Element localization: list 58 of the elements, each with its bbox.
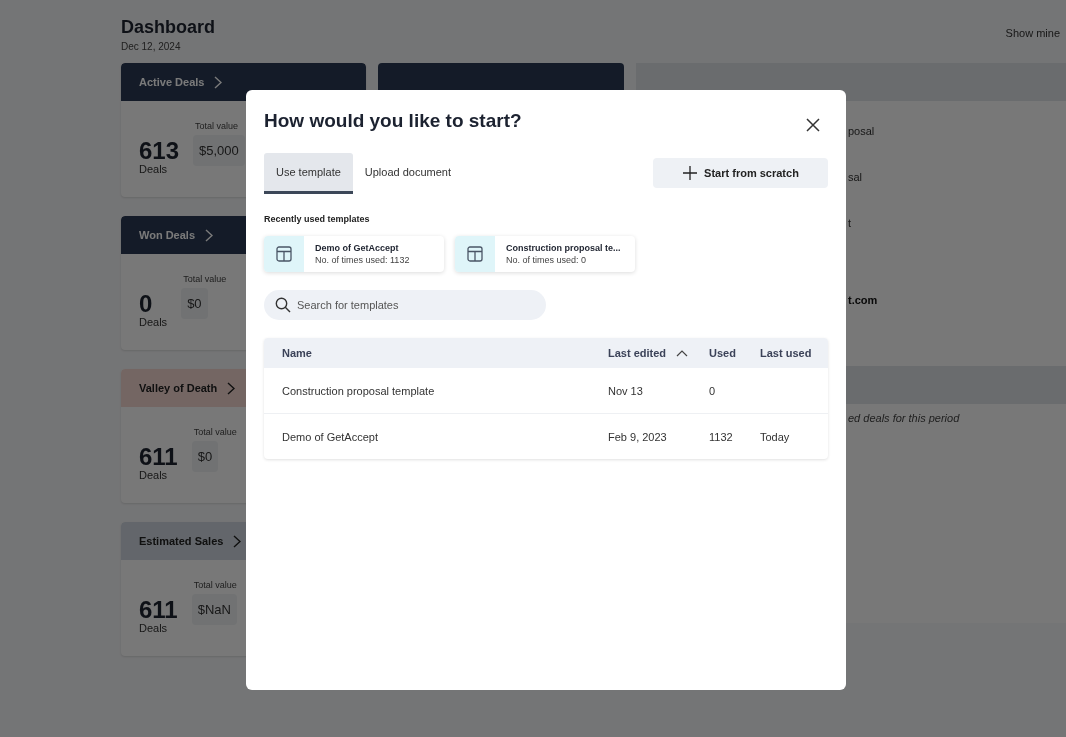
total-value: $0 bbox=[181, 288, 208, 319]
chevron-right-icon bbox=[205, 228, 214, 242]
dialog-title: How would you like to start? bbox=[264, 110, 522, 132]
total-value-label: Total value bbox=[183, 274, 227, 284]
template-usage: No. of times used: 0 bbox=[506, 255, 588, 265]
template-card[interactable]: Construction proposal te... No. of times used: 0 bbox=[455, 236, 635, 272]
card-title: Won Deals bbox=[139, 229, 196, 241]
close-icon[interactable] bbox=[804, 116, 822, 134]
table-cell: Feb 9, 2023 bbox=[608, 430, 667, 443]
deal-count: 613 bbox=[139, 139, 180, 163]
total-value-label: Total value bbox=[193, 427, 237, 437]
panel-row-text: t bbox=[848, 217, 852, 231]
deal-count: 0 bbox=[139, 292, 154, 316]
search-field[interactable]: Search for templates bbox=[264, 290, 546, 320]
template-usage: No. of times used: 1132 bbox=[315, 255, 410, 265]
template-name: Construction proposal te... bbox=[506, 243, 621, 253]
column-header[interactable]: Last used bbox=[760, 347, 828, 359]
table-cell: 1132 bbox=[709, 430, 733, 443]
total-value: $NaN bbox=[191, 594, 237, 625]
page-title: Dashboard bbox=[121, 17, 216, 38]
page-date: Dec 12, 2024 bbox=[121, 41, 182, 52]
total-value: $5,000 bbox=[193, 135, 245, 166]
deal-count-label: Deals bbox=[139, 622, 169, 634]
table-cell: Today bbox=[760, 430, 790, 443]
deal-count: 611 bbox=[139, 445, 178, 469]
panel-row-text: posal bbox=[848, 125, 875, 139]
deal-count: 611 bbox=[139, 598, 178, 622]
total-value: $0 bbox=[191, 441, 219, 472]
tab[interactable]: Upload document bbox=[352, 153, 464, 194]
deal-count-label: Deals bbox=[139, 316, 168, 328]
tab[interactable]: Use template bbox=[264, 153, 353, 194]
table-cell: Demo of GetAccept bbox=[282, 430, 378, 443]
plus-icon bbox=[682, 165, 699, 181]
chevron-right-icon bbox=[227, 381, 236, 395]
start-from-scratch-button[interactable]: Start from scratch bbox=[653, 158, 828, 188]
panel-row-text: sal bbox=[848, 171, 863, 185]
table-cell: Nov 13 bbox=[608, 384, 643, 397]
card-title: Estimated Sales bbox=[139, 535, 224, 547]
chevron-right-icon bbox=[233, 534, 242, 548]
panel-row-text: t.com bbox=[848, 294, 878, 308]
total-value-label: Total value bbox=[195, 121, 239, 131]
column-header[interactable]: Name bbox=[282, 347, 608, 359]
card-title: Valley of Death bbox=[139, 382, 218, 394]
search-icon bbox=[275, 297, 291, 313]
empty-note: ed deals for this period bbox=[847, 412, 960, 424]
deal-count-label: Deals bbox=[139, 163, 169, 175]
card-title: Active Deals bbox=[139, 76, 205, 88]
column-header[interactable]: Used bbox=[709, 347, 760, 359]
layout-icon bbox=[467, 246, 483, 262]
chevron-right-icon bbox=[214, 75, 223, 89]
template-card[interactable]: Demo of GetAccept No. of times used: 1132 bbox=[264, 236, 444, 272]
table-cell: 0 bbox=[709, 384, 716, 397]
chevron-up-icon bbox=[676, 349, 689, 357]
column-header[interactable]: Last edited bbox=[608, 347, 709, 359]
deal-count-label: Deals bbox=[139, 469, 169, 481]
layout-icon bbox=[276, 246, 292, 262]
total-value-label: Total value bbox=[193, 580, 237, 590]
show-mine-toggle[interactable]: Show mine bbox=[1005, 27, 1060, 39]
